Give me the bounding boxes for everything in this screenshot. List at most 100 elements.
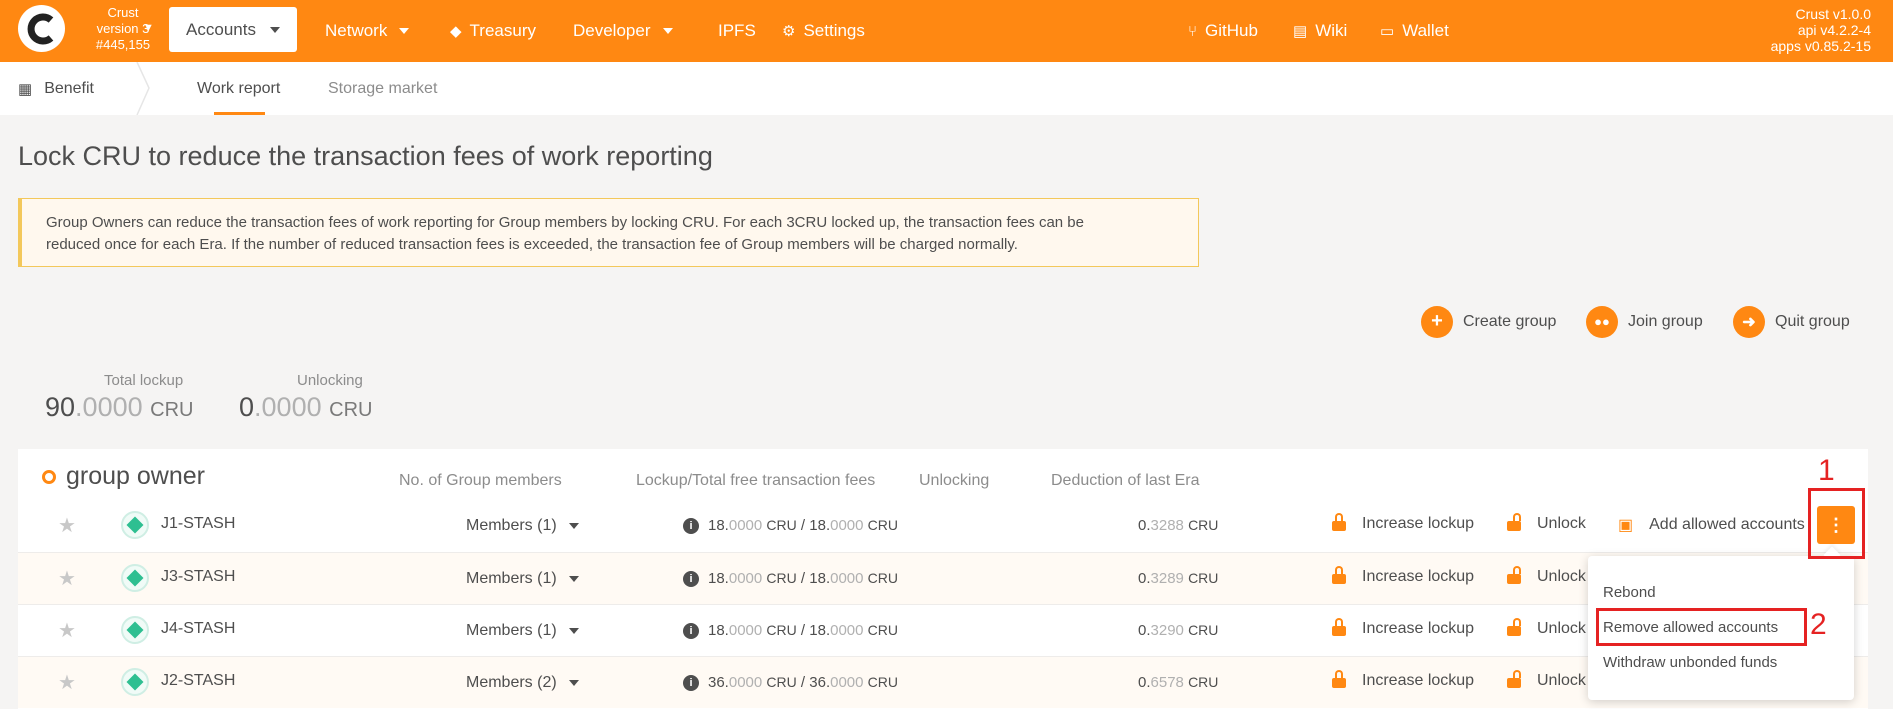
increase-lockup-button[interactable]: Increase lockup — [1332, 670, 1475, 690]
lockup-total-unit: CRU — [867, 570, 899, 586]
nav-treasury[interactable]: ◆ Treasury — [450, 0, 536, 62]
nav-github[interactable]: ⑂ GitHub — [1188, 0, 1258, 62]
lockup-total-unit: CRU — [867, 622, 899, 638]
info-icon[interactable]: i — [683, 518, 699, 534]
lockup-separator: / — [796, 517, 810, 534]
total-lockup-unit: CRU — [150, 399, 194, 421]
star-icon[interactable]: ★ — [58, 670, 76, 695]
unlock-button[interactable]: Unlock — [1507, 618, 1586, 638]
unlock-icon — [1507, 566, 1521, 584]
create-group-button[interactable]: + Create group — [1421, 305, 1556, 338]
unlock-icon — [1507, 670, 1521, 688]
identicon-avatar[interactable] — [121, 616, 149, 644]
nav-wallet[interactable]: ▭ Wallet — [1380, 0, 1449, 62]
members-label: Members (1) — [466, 517, 557, 534]
account-name[interactable]: J4-STASH — [161, 620, 235, 638]
chain-block-number: #445,155 — [95, 37, 151, 52]
info-icon[interactable]: i — [683, 623, 699, 639]
members-dropdown[interactable]: Members (1) — [466, 517, 579, 535]
unlocking-value: 0.0000 CRU — [239, 392, 372, 423]
user-plus-icon: ▣ — [1618, 517, 1634, 534]
group-owner-title: group owner — [66, 462, 205, 490]
active-tab-indicator — [214, 112, 265, 115]
info-icon[interactable]: i — [683, 571, 699, 587]
tab-work-report-label: Work report — [197, 79, 281, 97]
star-icon[interactable]: ★ — [58, 513, 76, 538]
increase-lockup-button[interactable]: Increase lockup — [1332, 566, 1474, 586]
add-allowed-accounts-button[interactable]: ▣ Add allowed accounts — [1618, 515, 1805, 535]
create-group-label: Create group — [1463, 312, 1557, 330]
top-navigation-bar: Crust version 3 #445,155 ▼ Accounts Netw… — [0, 0, 1893, 62]
lockup-value: 36.0000 CRU / 36.0000 CRU — [708, 674, 898, 691]
nav-treasury-label: Treasury — [469, 21, 536, 40]
tab-storage-market-label: Storage market — [328, 79, 438, 97]
unlock-label: Unlock — [1537, 672, 1586, 689]
identicon-avatar[interactable] — [121, 668, 149, 696]
members-dropdown[interactable]: Members (1) — [466, 570, 579, 588]
annotation-label-2: 2 — [1810, 608, 1827, 641]
identicon-avatar[interactable] — [121, 564, 149, 592]
nav-ipfs[interactable]: IPFS — [718, 0, 756, 62]
deduction-unit: CRU — [1188, 570, 1219, 586]
lockup-separator: / — [796, 674, 810, 691]
chain-selector[interactable]: Crust version 3 #445,155 — [78, 5, 168, 53]
nav-accounts-button[interactable]: Accounts — [169, 7, 297, 52]
unlock-button[interactable]: Unlock — [1507, 513, 1586, 533]
notice-line-2: reduced once for each Era. If the number… — [46, 236, 1018, 253]
nav-wiki[interactable]: ▤ Wiki — [1293, 0, 1347, 62]
deduction-int: 0. — [1138, 570, 1151, 587]
deduction-unit: CRU — [1188, 674, 1219, 690]
join-group-label: Join group — [1628, 312, 1703, 330]
members-dropdown[interactable]: Members (1) — [466, 622, 579, 640]
menu-item-rebond[interactable]: Rebond — [1603, 584, 1656, 601]
caret-down-icon — [568, 680, 579, 686]
unlock-button[interactable]: Unlock — [1507, 670, 1586, 690]
lock-icon — [1332, 618, 1346, 636]
increase-lockup-button[interactable]: Increase lockup — [1332, 513, 1474, 533]
lockup-locked-int: 18. — [708, 622, 729, 639]
lockup-separator: / — [796, 570, 810, 587]
unlocking-unit: CRU — [329, 399, 373, 421]
unlocking-int: 0 — [239, 392, 255, 422]
account-name[interactable]: J1-STASH — [161, 515, 235, 533]
total-lockup-decimals: .0000 — [75, 392, 143, 422]
api-version: api v4.2.2-4 — [1797, 22, 1871, 38]
lockup-locked-dec: 0000 — [728, 570, 763, 587]
total-lockup-int: 90 — [45, 392, 76, 422]
nav-developer[interactable]: Developer — [573, 0, 673, 62]
increase-lockup-button[interactable]: Increase lockup — [1332, 618, 1474, 638]
star-icon[interactable]: ★ — [58, 618, 76, 643]
tab-storage-market[interactable]: Storage market — [328, 62, 437, 115]
column-header-members: No. of Group members — [399, 472, 562, 489]
tab-work-report[interactable]: Work report — [197, 62, 280, 115]
star-icon[interactable]: ★ — [58, 566, 76, 591]
crust-logo-icon[interactable] — [18, 5, 65, 52]
lockup-unit: CRU — [766, 674, 797, 690]
notice-line-1: Group Owners can reduce the transaction … — [46, 214, 1084, 231]
identicon-avatar[interactable] — [121, 511, 149, 539]
info-notice: Group Owners can reduce the transaction … — [18, 198, 1199, 267]
account-name[interactable]: J2-STASH — [161, 672, 235, 690]
nav-network[interactable]: Network — [325, 0, 410, 62]
caret-down-icon — [568, 628, 579, 634]
quit-group-button[interactable]: ➜ Quit group — [1733, 305, 1850, 338]
account-name[interactable]: J3-STASH — [161, 568, 235, 586]
deduction-value: 0.3288 CRU — [1138, 517, 1218, 534]
table-row: ★ J1-STASH Members (1) i 18.0000 CRU / 1… — [18, 500, 1868, 552]
total-lockup-value: 90.0000 CRU — [45, 392, 193, 423]
book-icon: ▤ — [1293, 23, 1308, 40]
increase-lockup-label: Increase lockup — [1362, 672, 1475, 689]
lockup-locked-dec: 0000 — [728, 674, 763, 691]
nav-settings[interactable]: ⚙ Settings — [782, 0, 865, 62]
version-info: Crust v1.0.0 api v4.2.2-4 apps v0.85.2-1… — [1771, 6, 1871, 54]
join-group-button[interactable]: ●● Join group — [1586, 305, 1703, 338]
lockup-locked-dec: 0000 — [728, 517, 763, 534]
caret-down-icon — [568, 523, 579, 529]
deduction-int: 0. — [1138, 517, 1151, 534]
members-dropdown[interactable]: Members (2) — [466, 674, 579, 692]
unlock-button[interactable]: Unlock — [1507, 566, 1586, 586]
info-icon[interactable]: i — [683, 675, 699, 691]
nav-wallet-label: Wallet — [1402, 21, 1449, 40]
annotation-box-1 — [1808, 488, 1865, 559]
menu-item-withdraw-unbonded-funds[interactable]: Withdraw unbonded funds — [1603, 654, 1777, 671]
